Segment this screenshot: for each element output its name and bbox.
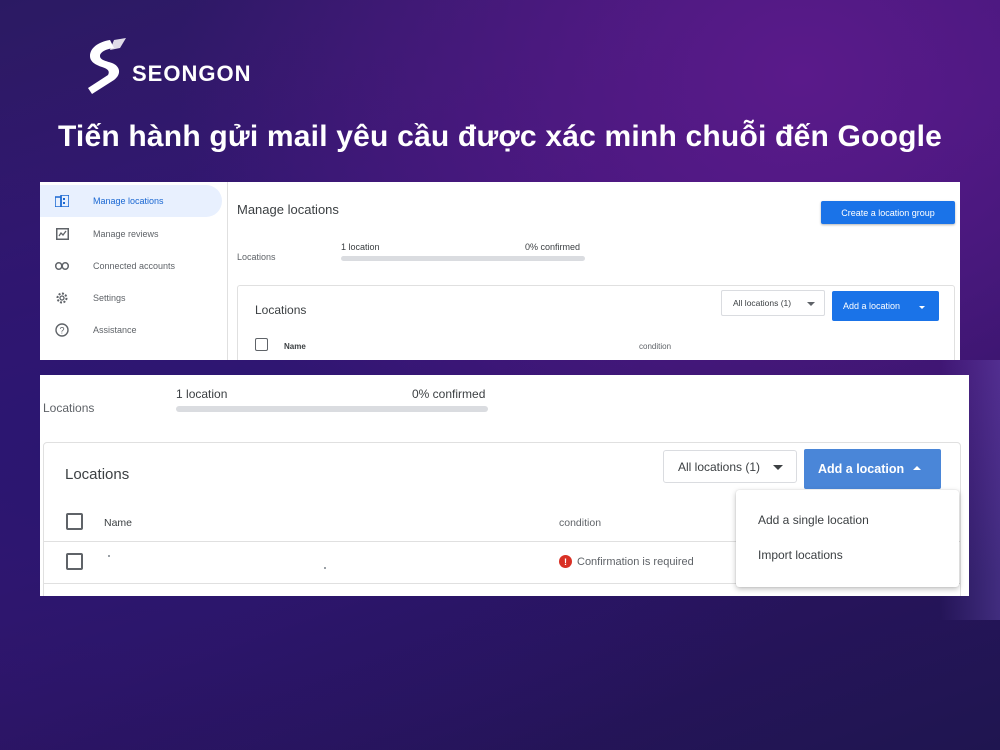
redacted-location-address	[324, 567, 326, 569]
filter-label: All locations (1)	[678, 459, 761, 474]
confirmed-percent: 0% confirmed	[412, 387, 485, 401]
reviews-icon	[54, 226, 70, 242]
sidebar-item-assistance[interactable]: ? Assistance	[40, 314, 222, 346]
gear-icon	[54, 290, 70, 306]
sidebar-item-manage-reviews[interactable]: Manage reviews	[40, 218, 222, 250]
status-text: Confirmation is required	[577, 555, 694, 568]
location-count: 1 location	[176, 387, 227, 401]
page-headline: Tiến hành gửi mail yêu cầu được xác minh…	[57, 120, 943, 153]
select-all-checkbox[interactable]	[66, 513, 83, 530]
caret-down-icon	[773, 465, 783, 470]
sidebar: Manage locations Manage reviews Connecte…	[40, 182, 228, 360]
seongon-logo-icon	[88, 38, 126, 94]
confirmed-unit: confirmed	[429, 387, 486, 401]
add-location-label: Add a location	[843, 301, 901, 311]
add-location-label: Add a location	[818, 462, 905, 476]
brand-name: SEONGON	[132, 61, 252, 86]
sidebar-item-connected-accounts[interactable]: Connected accounts	[40, 250, 222, 282]
add-location-button[interactable]: Add a location	[832, 291, 939, 321]
create-location-group-button[interactable]: Create a location group	[821, 201, 955, 224]
page-title: Manage locations	[237, 202, 339, 217]
locations-card: Locations All locations (1) Add a locati…	[237, 285, 955, 360]
svg-text:?: ?	[59, 326, 64, 336]
confirmed-percent: 0% confirmed	[525, 242, 581, 252]
confirmed-progress-bar	[341, 256, 585, 261]
location-filter-dropdown[interactable]: All locations (1)	[663, 450, 797, 483]
building-icon	[54, 193, 70, 209]
screenshot-panel-overview: Manage locations Manage reviews Connecte…	[40, 182, 960, 360]
locations-card-title: Locations	[65, 466, 130, 483]
sidebar-item-settings[interactable]: Settings	[40, 282, 222, 314]
help-icon: ?	[54, 322, 70, 338]
sidebar-item-label: Manage reviews	[93, 229, 159, 239]
locations-summary-label: Locations	[237, 252, 276, 262]
confirmed-number: 0%	[412, 387, 430, 401]
link-icon	[54, 258, 70, 274]
location-count-number: 1	[176, 387, 183, 401]
caret-down-icon	[807, 302, 815, 306]
menu-item-add-single-location[interactable]: Add a single location	[758, 513, 869, 527]
column-header-condition: condition	[639, 342, 672, 351]
caret-down-icon	[919, 306, 925, 309]
column-header-name[interactable]: Name	[284, 342, 306, 351]
locations-card-title: Locations	[255, 303, 307, 317]
locations-summary-label: Locations	[43, 401, 95, 415]
row-checkbox[interactable]	[66, 553, 83, 570]
brand-logo: SEONGON	[80, 36, 251, 96]
confirmed-progress-bar	[176, 406, 488, 412]
sidebar-item-manage-locations[interactable]: Manage locations	[40, 185, 222, 217]
location-count: 1 location	[341, 242, 380, 252]
sidebar-item-label: Settings	[93, 293, 126, 303]
menu-item-import-locations[interactable]: Import locations	[758, 548, 843, 562]
sidebar-item-label: Manage locations	[93, 196, 164, 206]
column-header-condition: condition	[559, 517, 602, 529]
error-icon: !	[559, 555, 572, 568]
location-count-unit: location	[182, 387, 228, 401]
sidebar-item-label: Assistance	[93, 325, 137, 335]
add-location-menu: Add a single location Import locations	[736, 490, 959, 587]
add-location-button[interactable]: Add a location	[804, 449, 941, 489]
redacted-location-name	[108, 555, 110, 557]
filter-label: All locations (1)	[733, 298, 792, 308]
caret-up-icon	[913, 466, 921, 470]
sidebar-item-label: Connected accounts	[93, 261, 176, 271]
column-header-name[interactable]: Name	[104, 517, 132, 529]
select-all-checkbox[interactable]	[255, 338, 268, 351]
location-filter-dropdown[interactable]: All locations (1)	[721, 290, 825, 316]
status-badge[interactable]: ! Confirmation is required	[559, 555, 694, 568]
screenshot-panel-zoomed: Locations 1 location 0% confirmed Locati…	[40, 375, 969, 596]
